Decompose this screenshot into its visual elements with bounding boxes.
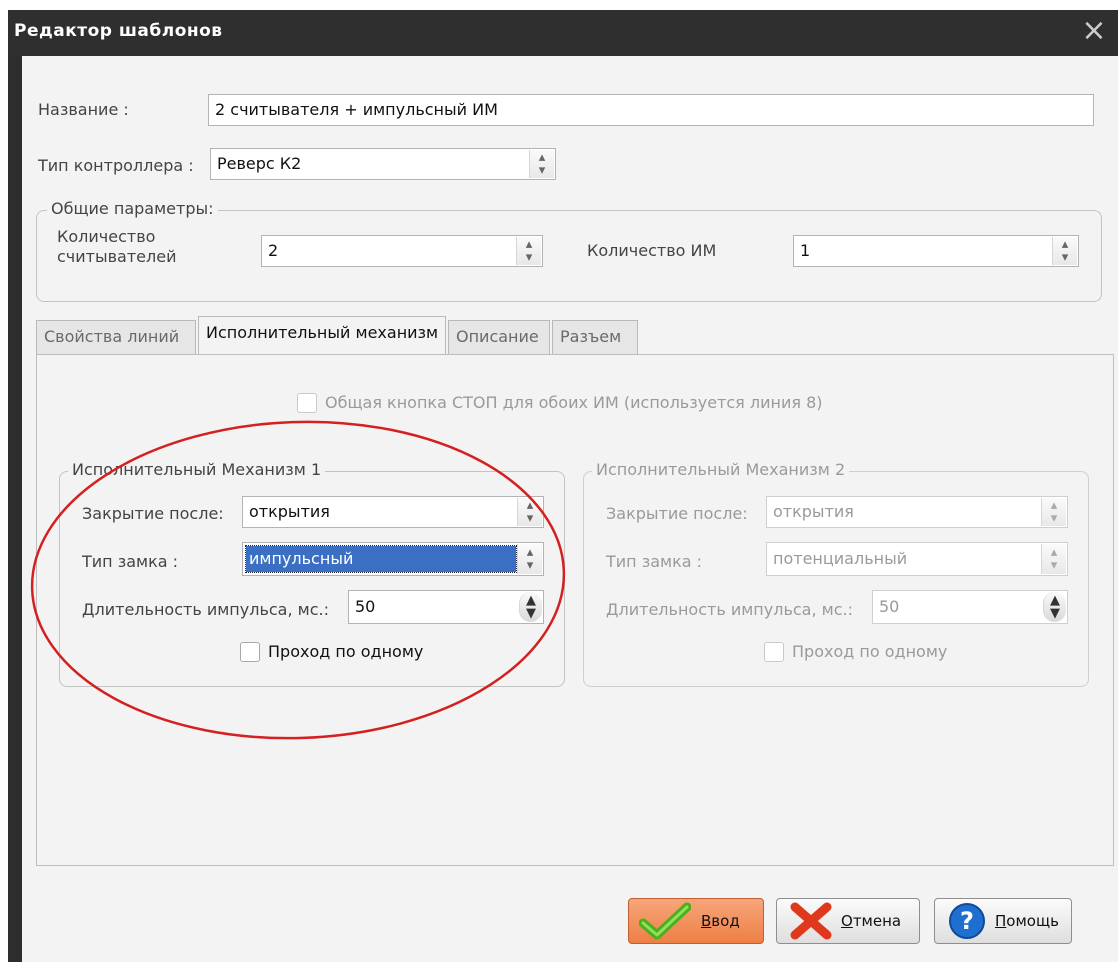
actuator-1-single-pass-label: Проход по одному: [268, 642, 424, 661]
actuator-2-close-after-label: Закрытие после:: [606, 504, 748, 523]
actuator-1-pulse-spinner[interactable]: 50 ▲ ▼: [348, 590, 544, 624]
actuator-1-close-after-label: Закрытие после:: [82, 504, 224, 523]
check-icon: [639, 902, 691, 940]
actuator-1-single-pass-checkbox[interactable]: [240, 642, 260, 662]
close-icon[interactable]: ×: [1080, 16, 1108, 46]
actuator-1-pulse-value: 50: [355, 597, 376, 616]
spin-arrows-icon[interactable]: ▴ ▾: [529, 150, 554, 178]
actuator-2-single-pass-checkbox[interactable]: [764, 642, 784, 662]
ok-button-label: вод: [711, 912, 740, 930]
tab-strip: Свойства линий Исполнительный механизм О…: [36, 314, 1114, 354]
help-button-mnemonic: П: [995, 912, 1007, 930]
ok-button-mnemonic: В: [701, 912, 712, 930]
svg-text:?: ?: [960, 907, 974, 935]
dialog-client-area: Название : 2 считывателя + импульсный ИМ…: [22, 56, 1118, 962]
actuator-2-pulse-label: Длительность импульса, мс.:: [606, 600, 853, 619]
window-title: Редактор шаблонов: [14, 21, 223, 41]
cancel-button-mnemonic: О: [841, 912, 853, 930]
actuator-2-pulse-spinner[interactable]: 50 ▲ ▼: [872, 590, 1068, 624]
actuator-1-legend: Исполнительный Механизм 1: [68, 460, 326, 479]
actuator-2-group: Исполнительный Механизм 2 Закрытие после…: [583, 460, 1089, 687]
common-stop-label: Общая кнопка СТОП для обоих ИМ (использу…: [325, 393, 823, 412]
general-params-legend: Общие параметры:: [47, 199, 218, 218]
x-icon: [790, 902, 832, 940]
tab-connector[interactable]: Разъем: [552, 320, 638, 354]
actuator-2-lock-type-select[interactable]: потенциальный ▴ ▾: [766, 542, 1068, 576]
actuator-1-group: Исполнительный Механизм 1 Закрытие после…: [59, 460, 565, 687]
template-editor-window: Редактор шаблонов × Название : 2 считыва…: [8, 10, 1118, 962]
readers-count-label-line2: считывателей: [57, 247, 177, 266]
spin-arrows-icon[interactable]: ▴ ▾: [1041, 498, 1066, 526]
tab-panel: Общая кнопка СТОП для обоих ИМ (использу…: [36, 354, 1114, 866]
actuator-1-close-after-value: открытия: [249, 502, 330, 521]
actuator-2-lock-type-value: потенциальный: [773, 549, 908, 568]
help-button[interactable]: ? Помощь: [934, 898, 1072, 944]
actuator-2-close-after-value: открытия: [773, 502, 854, 521]
controller-type-value: Реверс К2: [217, 154, 302, 173]
name-label: Название :: [38, 100, 129, 119]
actuator-1-close-after-select[interactable]: открытия ▴ ▾: [242, 496, 544, 528]
spin-arrows-icon[interactable]: ▴ ▾: [517, 498, 542, 526]
controller-type-label: Тип контроллера :: [38, 156, 194, 175]
readers-count-label-line1: Количество: [57, 227, 156, 246]
spin-arrows-icon[interactable]: ▴ ▾: [1041, 544, 1066, 574]
im-count-label: Количество ИМ: [587, 241, 717, 260]
tab-description[interactable]: Описание: [448, 320, 550, 354]
controller-type-select[interactable]: Реверс К2 ▴ ▾: [210, 148, 556, 180]
general-params-group: Общие параметры: Количество считывателей…: [36, 199, 1102, 302]
actuator-2-lock-type-label: Тип замка :: [606, 552, 703, 571]
question-icon: ?: [949, 903, 985, 939]
actuator-1-lock-type-select[interactable]: импульсный ▴ ▾: [242, 542, 544, 576]
name-input[interactable]: 2 считывателя + импульсный ИМ: [208, 94, 1094, 126]
tab-actuator[interactable]: Исполнительный механизм: [198, 316, 446, 354]
actuator-2-close-after-select[interactable]: открытия ▴ ▾: [766, 496, 1068, 528]
cancel-button-label: тмена: [852, 912, 902, 930]
actuator-1-lock-type-value: импульсный: [245, 545, 517, 573]
spin-arrows-icon[interactable]: ▴ ▾: [517, 544, 542, 574]
common-stop-checkbox[interactable]: [297, 393, 317, 413]
im-count-value: 1: [800, 241, 811, 260]
spin-arrows-icon[interactable]: ▴ ▾: [1052, 237, 1077, 265]
im-count-select[interactable]: 1 ▴ ▾: [793, 235, 1079, 267]
actuator-2-pulse-value: 50: [879, 597, 900, 616]
help-button-label: омощь: [1006, 912, 1059, 930]
spin-arrows-icon[interactable]: ▴ ▾: [516, 237, 541, 265]
actuator-1-lock-type-label: Тип замка :: [82, 552, 179, 571]
actuator-2-single-pass-label: Проход по одному: [792, 642, 948, 661]
stepper-arrows-icon[interactable]: ▲ ▼: [1043, 592, 1066, 622]
cancel-button[interactable]: Отмена: [776, 898, 920, 944]
actuator-1-pulse-label: Длительность импульса, мс.:: [82, 600, 329, 619]
stepper-arrows-icon[interactable]: ▲ ▼: [519, 592, 542, 622]
readers-count-select[interactable]: 2 ▴ ▾: [261, 235, 543, 267]
title-bar: Редактор шаблонов ×: [8, 10, 1118, 56]
actuator-2-legend: Исполнительный Механизм 2: [592, 460, 850, 479]
readers-count-value: 2: [268, 241, 279, 260]
ok-button[interactable]: Ввод: [628, 898, 764, 944]
tab-line-properties[interactable]: Свойства линий: [36, 320, 196, 354]
